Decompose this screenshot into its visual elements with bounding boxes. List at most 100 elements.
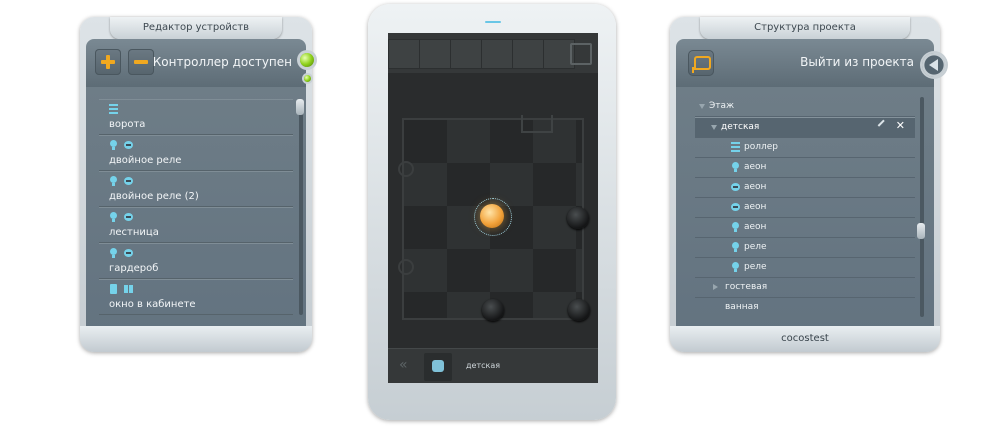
- scrollbar-thumb[interactable]: [296, 99, 304, 115]
- list-item[interactable]: двойное реле: [99, 135, 293, 171]
- tree-device[interactable]: аеон: [695, 198, 915, 218]
- plus-icon-stem: [106, 55, 110, 69]
- tree-label: гостевая: [725, 282, 768, 292]
- device-knob[interactable]: [482, 299, 504, 321]
- dual-relay-icon: [124, 140, 133, 150]
- lamp-icon[interactable]: [480, 204, 504, 228]
- device-label: окно в кабинете: [109, 299, 196, 310]
- scrollbar-thumb[interactable]: [917, 223, 925, 239]
- device-list: ворота двойное реле двойное реле (2) лес…: [86, 87, 306, 332]
- room-label: детская: [466, 361, 501, 370]
- bars-icon: [731, 142, 740, 152]
- toolbar-cell[interactable]: [481, 39, 513, 69]
- tree-floor[interactable]: Этаж: [695, 97, 915, 117]
- device-label: двойное реле (2): [109, 191, 199, 202]
- edit-icon[interactable]: [877, 119, 891, 133]
- device-editor-panel: Редактор устройств Контроллер доступен в…: [80, 17, 314, 352]
- bulb-icon: [731, 162, 740, 172]
- tree-room[interactable]: гостевая: [695, 278, 915, 298]
- speaker-icon: [485, 21, 501, 23]
- device-list-scrollbar[interactable]: [296, 99, 304, 315]
- expand-icon[interactable]: [713, 284, 718, 290]
- tree-label: детская: [721, 122, 760, 132]
- robot-icon: [432, 360, 444, 372]
- dual-relay-icon: [124, 248, 133, 258]
- grid-icon: [124, 284, 133, 294]
- tree-device[interactable]: роллер: [695, 138, 915, 158]
- toolbar-cell[interactable]: [512, 39, 544, 69]
- controller-status: Контроллер доступен: [152, 55, 292, 69]
- project-tree: Этаж детская ✕ роллер аеон аеон аеон аео…: [676, 87, 934, 332]
- project-structure-title: Структура проекта: [700, 17, 910, 39]
- back-arrow-icon[interactable]: «: [399, 357, 408, 373]
- project-structure-header: Выйти из проекта: [676, 39, 946, 87]
- tree-scrollbar[interactable]: [917, 97, 925, 317]
- tree-device[interactable]: аеон: [695, 158, 915, 178]
- bulb-icon: [731, 262, 740, 272]
- tree-label: аеон: [744, 182, 767, 192]
- device-slot[interactable]: [398, 259, 414, 275]
- bulb-icon: [731, 242, 740, 252]
- phone-frame: « детская: [368, 4, 616, 420]
- dual-relay-icon: [731, 202, 740, 212]
- list-item[interactable]: двойное реле (2): [99, 171, 293, 207]
- toolbar-cell[interactable]: [450, 39, 482, 69]
- collapse-icon[interactable]: [699, 104, 705, 109]
- list-item[interactable]: гардероб: [99, 243, 293, 279]
- tree-label: аеон: [744, 162, 767, 172]
- device-editor-footer: [80, 326, 312, 352]
- device-editor-header: Контроллер доступен: [86, 39, 314, 87]
- project-structure-panel: Структура проекта Выйти из проекта Этаж …: [670, 17, 946, 352]
- add-device-button[interactable]: [95, 49, 121, 75]
- tree-label: аеон: [744, 222, 767, 232]
- tree-label: Этаж: [709, 101, 735, 111]
- device-editor-title: Редактор устройств: [110, 17, 282, 39]
- bulb-icon: [109, 140, 118, 150]
- door-icon: [109, 284, 118, 294]
- bars-icon: [109, 104, 118, 114]
- tree-label: реле: [744, 262, 767, 272]
- device-label: лестница: [109, 227, 159, 238]
- device-label: двойное реле: [109, 155, 182, 166]
- bulb-icon: [109, 212, 118, 222]
- room-thumbnail[interactable]: [424, 353, 452, 381]
- status-led-icon: [300, 53, 314, 67]
- tree-room-selected[interactable]: детская ✕: [695, 117, 915, 138]
- tree-device[interactable]: аеон: [695, 218, 915, 238]
- tree-device[interactable]: реле: [695, 258, 915, 278]
- dual-relay-icon: [124, 212, 133, 222]
- dual-relay-icon: [124, 176, 133, 186]
- bulb-icon: [731, 222, 740, 232]
- tree-device[interactable]: аеон: [695, 178, 915, 198]
- exit-project-link[interactable]: Выйти из проекта: [800, 55, 914, 69]
- remove-device-button[interactable]: [128, 49, 154, 75]
- exit-project-icon[interactable]: [688, 50, 714, 76]
- device-knob[interactable]: [568, 299, 590, 321]
- room-view-screen: « детская: [388, 33, 598, 383]
- device-label: гардероб: [109, 263, 159, 274]
- project-footer: cocostest: [670, 326, 940, 352]
- tree-label: ванная: [725, 302, 759, 312]
- close-icon[interactable]: ✕: [896, 119, 905, 132]
- collapse-icon[interactable]: [711, 125, 717, 130]
- toolbar-cell[interactable]: [419, 39, 451, 69]
- list-item[interactable]: ворота: [99, 99, 293, 135]
- list-item[interactable]: лестница: [99, 207, 293, 243]
- tree-label: аеон: [744, 202, 767, 212]
- tree-device[interactable]: реле: [695, 238, 915, 258]
- dual-relay-icon: [731, 182, 740, 192]
- room-selector-bar: « детская: [388, 348, 598, 383]
- tree-label: роллер: [744, 142, 778, 152]
- device-knob[interactable]: [567, 207, 589, 229]
- device-label: ворота: [109, 119, 146, 130]
- tree-label: реле: [744, 242, 767, 252]
- bulb-icon: [109, 176, 118, 186]
- list-item[interactable]: окно в кабинете: [99, 279, 293, 315]
- device-slot[interactable]: [398, 161, 414, 177]
- toolbar-cell[interactable]: [388, 39, 420, 69]
- back-button[interactable]: [922, 53, 946, 77]
- layout-icon[interactable]: [570, 43, 592, 65]
- tree-room[interactable]: ванная: [695, 298, 915, 317]
- room-toolbar: [388, 33, 598, 73]
- minus-icon: [134, 60, 148, 64]
